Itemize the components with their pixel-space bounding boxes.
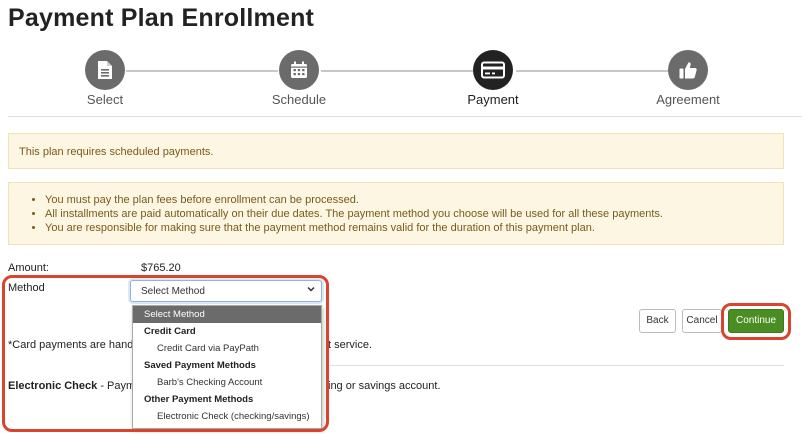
credit-card-icon bbox=[473, 50, 513, 90]
dropdown-placeholder-option[interactable]: Select Method bbox=[133, 306, 321, 323]
divider bbox=[8, 116, 802, 117]
list-item: You are responsible for making sure that… bbox=[45, 221, 773, 235]
alert-text: This plan requires scheduled payments. bbox=[19, 146, 214, 158]
method-label: Method bbox=[8, 282, 45, 294]
chevron-down-icon bbox=[306, 284, 316, 297]
step-label: Select bbox=[86, 92, 124, 107]
card-payment-note: *Card payments are handl bbox=[8, 339, 136, 351]
option-barbs-checking[interactable]: Barb's Checking Account bbox=[133, 374, 321, 391]
progress-stepper: Select Schedule Payment Agreement bbox=[0, 50, 810, 110]
page-title: Payment Plan Enrollment bbox=[8, 4, 315, 32]
notes-list: You must pay the plan fees before enroll… bbox=[33, 193, 773, 235]
step-agreement[interactable]: Agreement bbox=[628, 50, 748, 107]
document-icon bbox=[85, 50, 125, 90]
back-button[interactable]: Back bbox=[639, 309, 676, 333]
dropdown-group-other: Other Payment Methods bbox=[144, 394, 254, 405]
scheduled-payments-alert: This plan requires scheduled payments. bbox=[8, 133, 784, 169]
step-select[interactable]: Select bbox=[45, 50, 165, 107]
option-credit-card-paypath[interactable]: Credit Card via PayPath bbox=[133, 340, 321, 357]
method-select-value: Select Method bbox=[141, 286, 205, 297]
dropdown-group-credit-card: Credit Card bbox=[144, 326, 196, 337]
divider bbox=[330, 365, 784, 366]
step-label: Agreement bbox=[656, 92, 720, 107]
amount-value: $765.20 bbox=[141, 262, 181, 274]
step-payment[interactable]: Payment bbox=[433, 50, 553, 107]
option-electronic-check[interactable]: Electronic Check (checking/savings) bbox=[133, 408, 321, 425]
continue-button[interactable]: Continue bbox=[728, 309, 784, 333]
amount-label: Amount: bbox=[8, 262, 49, 274]
step-label: Payment bbox=[467, 92, 519, 107]
dropdown-group-saved: Saved Payment Methods bbox=[144, 360, 256, 371]
electronic-check-info: Electronic Check - Payme bbox=[8, 380, 141, 392]
payment-notes-alert: You must pay the plan fees before enroll… bbox=[8, 182, 784, 245]
echeck-title: Electronic Check bbox=[8, 380, 98, 392]
echeck-text-end: ing or savings account. bbox=[328, 380, 441, 392]
calendar-icon bbox=[279, 50, 319, 90]
method-select[interactable]: Select Method bbox=[130, 280, 322, 302]
list-item: All installments are paid automatically … bbox=[45, 207, 773, 221]
step-label: Schedule bbox=[271, 92, 327, 107]
method-dropdown[interactable]: Select Method Credit Card Credit Card vi… bbox=[132, 305, 322, 429]
cancel-button[interactable]: Cancel bbox=[682, 309, 722, 333]
thumbs-up-icon bbox=[668, 50, 708, 90]
card-payment-note-end: t service. bbox=[328, 339, 373, 351]
step-schedule[interactable]: Schedule bbox=[239, 50, 359, 107]
list-item: You must pay the plan fees before enroll… bbox=[45, 193, 773, 207]
